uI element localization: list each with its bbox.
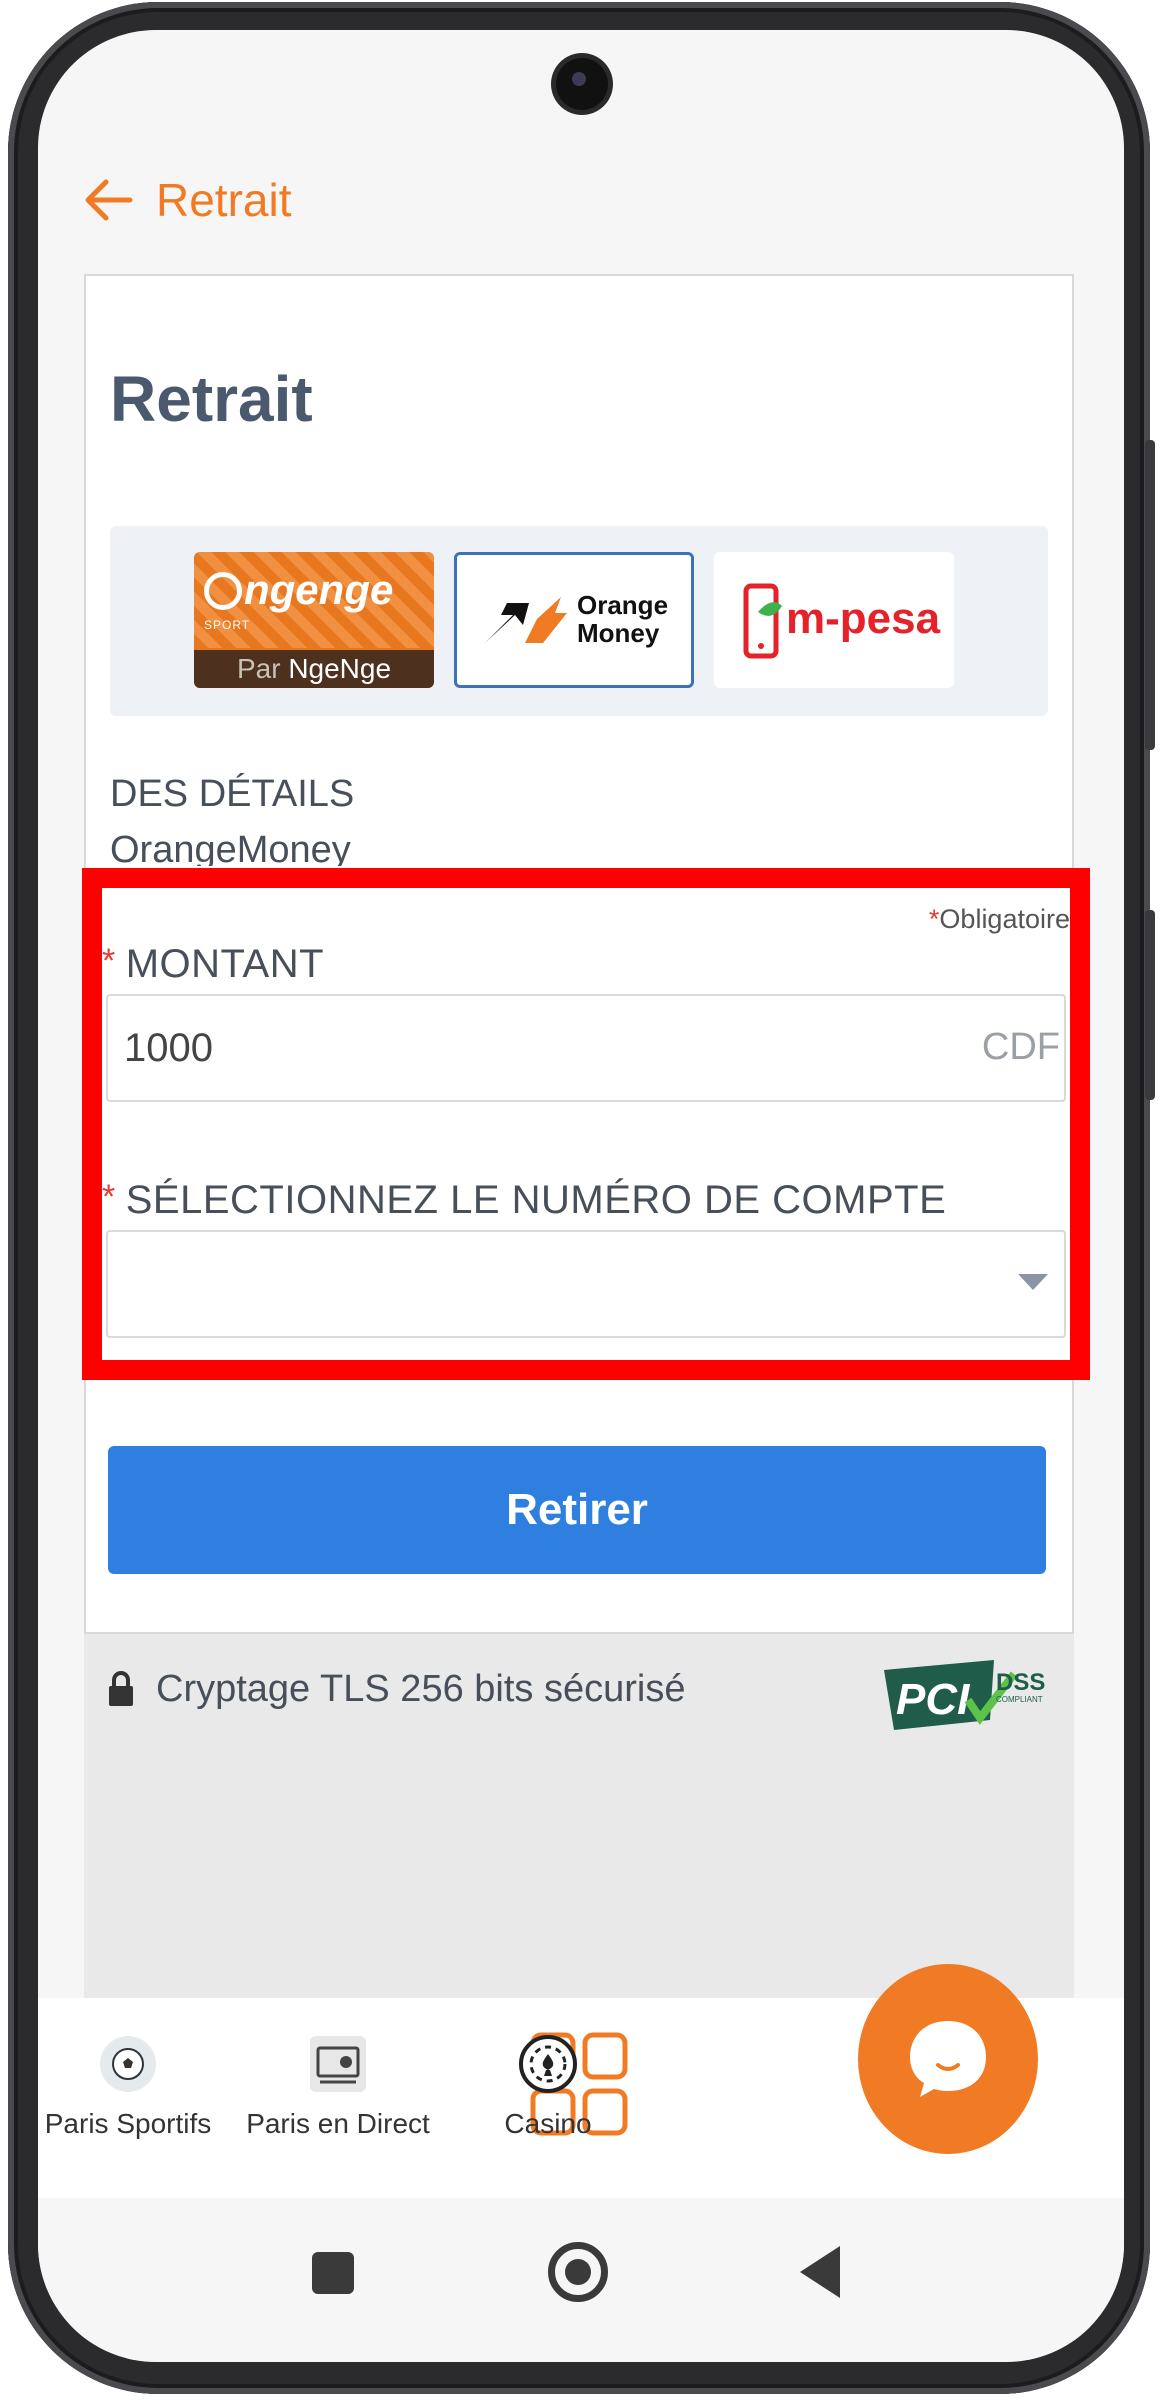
ngenge-logo-sub: SPORT (204, 618, 251, 632)
mpesa-logo-text: m-pesa (786, 594, 941, 643)
amount-input[interactable] (106, 994, 1066, 1102)
payment-method-mpesa[interactable]: m-pesa (714, 552, 954, 688)
security-text: Cryptage TLS 256 bits sécurisé (156, 1668, 686, 1710)
phone-screen: Retrait Retrait ngenge SPORT Par NgeNge (38, 30, 1124, 2362)
volume-button (1145, 440, 1155, 750)
payment-method-orange-money[interactable]: Orange Money (454, 552, 694, 688)
svg-text:DSS: DSS (996, 1669, 1045, 1696)
soccer-ball-icon (100, 2036, 156, 2092)
nav-label: Casino (504, 2108, 592, 2139)
required-note: *Obligatoire (929, 904, 1070, 935)
payment-methods: ngenge SPORT Par NgeNge Orange Money m-p… (110, 526, 1048, 716)
amount-label-text: MONTANT (125, 942, 325, 986)
form-highlight-box: *Obligatoire *MONTANT CDF *SÉLECTIONNEZ … (82, 868, 1090, 1380)
ngenge-logo-text: ngenge (244, 566, 394, 613)
home-icon[interactable] (548, 2242, 608, 2302)
required-note-text: Obligatoire (939, 904, 1070, 934)
chevron-down-icon (1018, 1274, 1048, 1290)
nav-label: Paris Sportifs (44, 2108, 212, 2139)
account-required-star: * (102, 1178, 116, 1216)
header-title: Retrait (156, 174, 292, 226)
system-back-icon[interactable] (800, 2246, 840, 2298)
amount-label: * MONTANT (102, 942, 324, 987)
nav-paris-en-direct[interactable]: Paris en Direct (238, 2034, 438, 2140)
nav-casino[interactable]: Casino (448, 2034, 648, 2140)
account-label: * SÉLECTIONNEZ LE NUMÉRO DE COMPTE (102, 1178, 946, 1223)
details-section: DES DÉTAILS OrangeMoney (110, 766, 710, 866)
orange-money-logo-icon (485, 597, 567, 643)
mpesa-phone-icon (743, 583, 782, 659)
front-camera (556, 58, 608, 110)
recent-apps-icon[interactable] (312, 2252, 354, 2294)
lock-icon (109, 1671, 133, 1706)
withdraw-button[interactable]: Retirer (108, 1446, 1046, 1574)
casino-chip-icon (519, 2035, 577, 2093)
details-heading: DES DÉTAILS (110, 773, 355, 815)
svg-text:PCI: PCI (896, 1675, 970, 1724)
chat-bubble-icon (910, 2021, 986, 2097)
caption-prefix: Par (236, 653, 281, 684)
required-star: * (928, 904, 940, 934)
ngenge-logo: ngenge SPORT (194, 552, 434, 648)
ngenge-caption: Par NgeNge (194, 650, 434, 688)
nav-label: Paris en Direct (246, 2108, 430, 2139)
chat-button[interactable] (858, 1964, 1038, 2154)
svg-text:COMPLIANT: COMPLIANT (996, 1695, 1043, 1704)
account-number-select[interactable] (106, 1230, 1066, 1338)
orange-money-logo-text: Orange Money (577, 590, 669, 648)
pci-dss-badge-icon: PCI DSS COMPLIANT (884, 1660, 1045, 1730)
currency-label: CDF (981, 1026, 1060, 1068)
amount-required-star: * (102, 942, 116, 980)
power-button (1145, 910, 1155, 1100)
ngenge-logo-mark (204, 572, 242, 610)
payment-method-ngenge[interactable]: ngenge SPORT Par NgeNge (194, 552, 434, 688)
app-header: Retrait (38, 140, 1124, 260)
page-title: Retrait (110, 363, 313, 435)
live-tv-icon (310, 2036, 366, 2092)
details-method: OrangeMoney (110, 829, 351, 866)
nav-paris-sportifs[interactable]: Paris Sportifs (38, 2034, 228, 2140)
back-arrow-icon[interactable] (80, 172, 136, 228)
android-navigation-bar (38, 2200, 1124, 2360)
caption-name: NgeNge (288, 653, 392, 684)
account-label-text: SÉLECTIONNEZ LE NUMÉRO DE COMPTE (125, 1178, 947, 1222)
